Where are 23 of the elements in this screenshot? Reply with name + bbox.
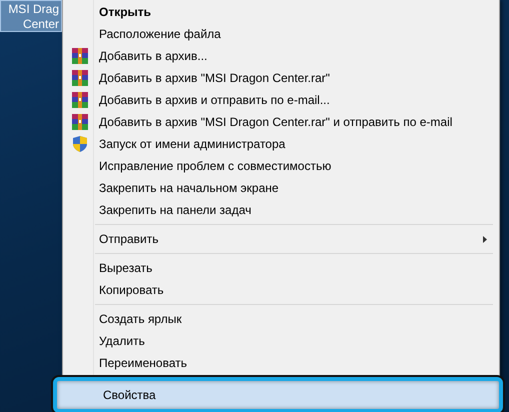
menu-item[interactable]: Отправить <box>65 228 497 250</box>
archive-books-icon <box>72 70 88 86</box>
menu-item[interactable]: Запуск от имени администратора <box>65 133 497 155</box>
archive-books-icon <box>72 92 88 108</box>
menu-item[interactable]: Открыть <box>65 1 497 23</box>
menu-item[interactable]: Исправление проблем с совместимостью <box>65 155 497 177</box>
menu-item[interactable]: Создать ярлык <box>65 308 497 330</box>
shield-icon <box>73 136 87 152</box>
menu-item[interactable]: Копировать <box>65 279 497 301</box>
menu-item[interactable]: Закрепить на начальном экране <box>65 177 497 199</box>
menu-item[interactable]: Переименовать <box>65 352 497 374</box>
archive-books-icon <box>72 48 88 64</box>
menu-item[interactable]: Добавить в архив и отправить по e-mail... <box>65 89 497 111</box>
desktop-icon-label[interactable]: MSI Drag Center <box>0 0 62 32</box>
menu-item[interactable]: Добавить в архив... <box>65 45 497 67</box>
menu-item[interactable]: Свойства <box>53 377 503 412</box>
menu-item[interactable]: Добавить в архив "MSI Dragon Center.rar" и отправить по e-mail <box>65 111 497 133</box>
menu-item[interactable]: Закрепить на панели задач <box>65 199 497 221</box>
menu-item[interactable]: Расположение файла <box>65 23 497 45</box>
menu-item[interactable]: Удалить <box>65 330 497 352</box>
menu-item[interactable]: Вырезать <box>65 257 497 279</box>
menu-item[interactable]: Добавить в архив "MSI Dragon Center.rar" <box>65 67 497 89</box>
archive-books-icon <box>72 114 88 130</box>
